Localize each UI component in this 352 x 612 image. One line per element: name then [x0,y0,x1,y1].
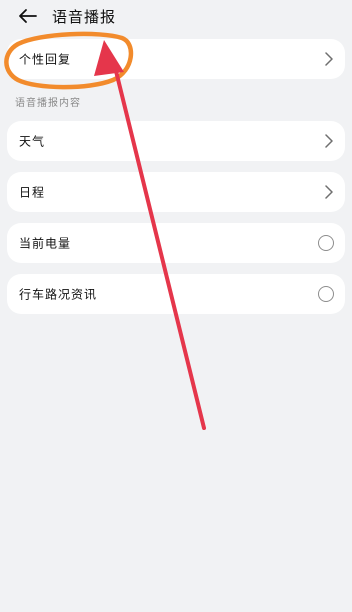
personal-reply-label: 个性回复 [19,52,72,67]
battery-label: 当前电量 [19,236,72,251]
chevron-right-icon [325,52,333,66]
page-title: 语音播报 [52,8,117,26]
header-bar: 语音播报 [0,0,352,34]
chevron-right-icon [325,185,333,199]
traffic-row[interactable]: 行车路况资讯 [7,274,345,314]
personal-reply-row[interactable]: 个性回复 [7,39,345,79]
weather-label: 天气 [19,134,46,149]
battery-row[interactable]: 当前电量 [7,223,345,263]
traffic-label: 行车路况资讯 [19,287,98,302]
chevron-right-icon [325,134,333,148]
battery-radio-button[interactable] [318,235,334,251]
traffic-radio-button[interactable] [318,286,334,302]
schedule-row[interactable]: 日程 [7,172,345,212]
schedule-label: 日程 [19,185,46,200]
section-heading: 语音播报内容 [15,98,81,109]
weather-row[interactable]: 天气 [7,121,345,161]
back-arrow-icon[interactable] [16,4,40,28]
